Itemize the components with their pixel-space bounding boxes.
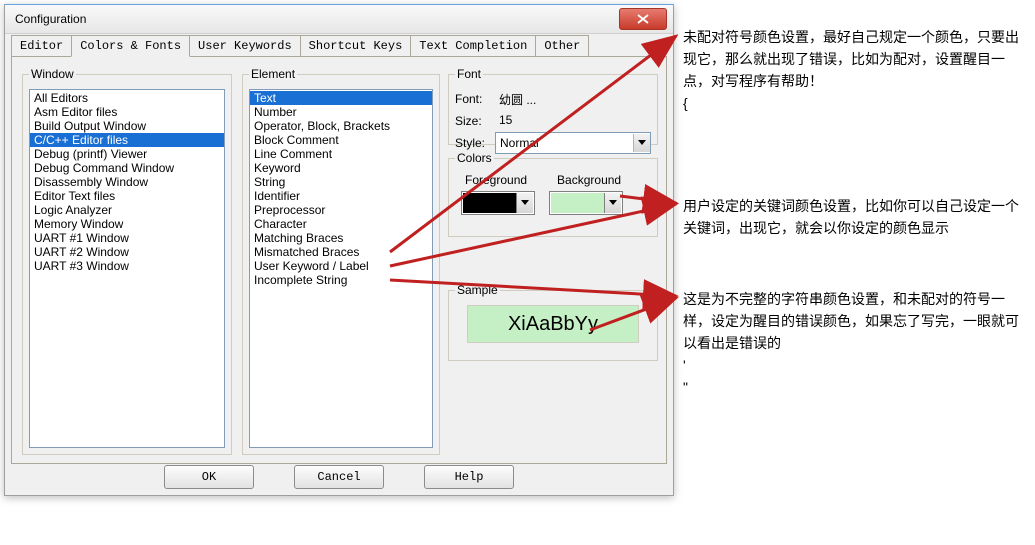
list-item[interactable]: Editor Text files [30, 189, 224, 203]
list-item[interactable]: Block Comment [250, 133, 432, 147]
font-size-label: Size: [455, 114, 495, 128]
configuration-dialog: Configuration EditorColors & FontsUser K… [4, 4, 674, 496]
list-item[interactable]: All Editors [30, 91, 224, 105]
list-item[interactable]: C/C++ Editor files [30, 133, 224, 147]
list-item[interactable]: Build Output Window [30, 119, 224, 133]
list-item[interactable]: Identifier [250, 189, 432, 203]
cancel-button[interactable]: Cancel [294, 465, 384, 489]
list-item[interactable]: Debug (printf) Viewer [30, 147, 224, 161]
list-item[interactable]: Line Comment [250, 147, 432, 161]
font-style-value: Normal [500, 136, 539, 150]
list-item[interactable]: Debug Command Window [30, 161, 224, 175]
close-button[interactable] [619, 8, 667, 30]
titlebar: Configuration [5, 5, 673, 34]
list-item[interactable]: UART #2 Window [30, 245, 224, 259]
font-name-value[interactable]: 幼圆 ... [495, 89, 651, 109]
colors-groupbox: Colors Foreground Background [448, 151, 658, 237]
font-legend: Font [455, 67, 483, 81]
foreground-swatch [463, 193, 516, 213]
window-title: Configuration [15, 12, 86, 26]
tab-other[interactable]: Other [535, 35, 589, 57]
list-item[interactable]: UART #1 Window [30, 231, 224, 245]
list-item[interactable]: Text [250, 91, 432, 105]
sample-legend: Sample [455, 283, 500, 297]
sample-groupbox: Sample XiAaBbYy [448, 283, 658, 361]
annotation-2: 用户设定的关键词颜色设置，比如你可以自己设定一个关键词，出现它，就会以你设定的颜… [683, 195, 1023, 239]
tab-shortcut-keys[interactable]: Shortcut Keys [300, 35, 412, 57]
tab-user-keywords[interactable]: User Keywords [189, 35, 301, 57]
chevron-down-icon [516, 193, 533, 213]
list-item[interactable]: Disassembly Window [30, 175, 224, 189]
background-label: Background [557, 173, 621, 187]
ok-button[interactable]: OK [164, 465, 254, 489]
foreground-color-picker[interactable] [461, 191, 535, 215]
list-item[interactable]: String [250, 175, 432, 189]
list-item[interactable]: Logic Analyzer [30, 203, 224, 217]
list-item[interactable]: Keyword [250, 161, 432, 175]
chevron-down-icon [633, 134, 650, 152]
annotation-1: 未配对符号颜色设置，最好自己规定一个颜色，只要出现它，那么就出现了错误，比如为配… [683, 26, 1023, 114]
list-item[interactable]: Number [250, 105, 432, 119]
font-name-label: Font: [455, 92, 495, 106]
element-groupbox: Element TextNumberOperator, Block, Brack… [242, 67, 440, 455]
element-legend: Element [249, 67, 297, 81]
colors-legend: Colors [455, 151, 494, 165]
tab-body: Window All EditorsAsm Editor filesBuild … [11, 56, 667, 464]
sample-preview: XiAaBbYy [467, 305, 639, 343]
list-item[interactable]: Mismatched Braces [250, 245, 432, 259]
list-item[interactable]: Matching Braces [250, 231, 432, 245]
element-listbox[interactable]: TextNumberOperator, Block, BracketsBlock… [249, 89, 433, 448]
background-swatch [551, 193, 604, 213]
list-item[interactable]: Character [250, 217, 432, 231]
help-button[interactable]: Help [424, 465, 514, 489]
tab-text-completion[interactable]: Text Completion [410, 35, 536, 57]
font-style-label: Style: [455, 136, 495, 150]
tabstrip: EditorColors & FontsUser KeywordsShortcu… [5, 34, 673, 56]
annotation-3: 这是为不完整的字符串颜色设置，和未配对的符号一样，设定为醒目的错误颜色，如果忘了… [683, 288, 1023, 398]
font-size-value[interactable]: 15 [495, 111, 651, 131]
chevron-down-icon [604, 193, 621, 213]
tab-colors-fonts[interactable]: Colors & Fonts [71, 35, 190, 57]
background-color-picker[interactable] [549, 191, 623, 215]
list-item[interactable]: UART #3 Window [30, 259, 224, 273]
list-item[interactable]: Operator, Block, Brackets [250, 119, 432, 133]
list-item[interactable]: User Keyword / Label [250, 259, 432, 273]
foreground-label: Foreground [465, 173, 527, 187]
dialog-buttons: OK Cancel Help [5, 465, 673, 489]
close-icon [637, 14, 649, 24]
list-item[interactable]: Asm Editor files [30, 105, 224, 119]
list-item[interactable]: Incomplete String [250, 273, 432, 287]
list-item[interactable]: Preprocessor [250, 203, 432, 217]
window-legend: Window [29, 67, 76, 81]
tab-editor[interactable]: Editor [11, 35, 72, 57]
window-listbox[interactable]: All EditorsAsm Editor filesBuild Output … [29, 89, 225, 448]
font-groupbox: Font Font: 幼圆 ... Size: 15 Style: Normal [448, 67, 658, 145]
list-item[interactable]: Memory Window [30, 217, 224, 231]
window-groupbox: Window All EditorsAsm Editor filesBuild … [22, 67, 232, 455]
